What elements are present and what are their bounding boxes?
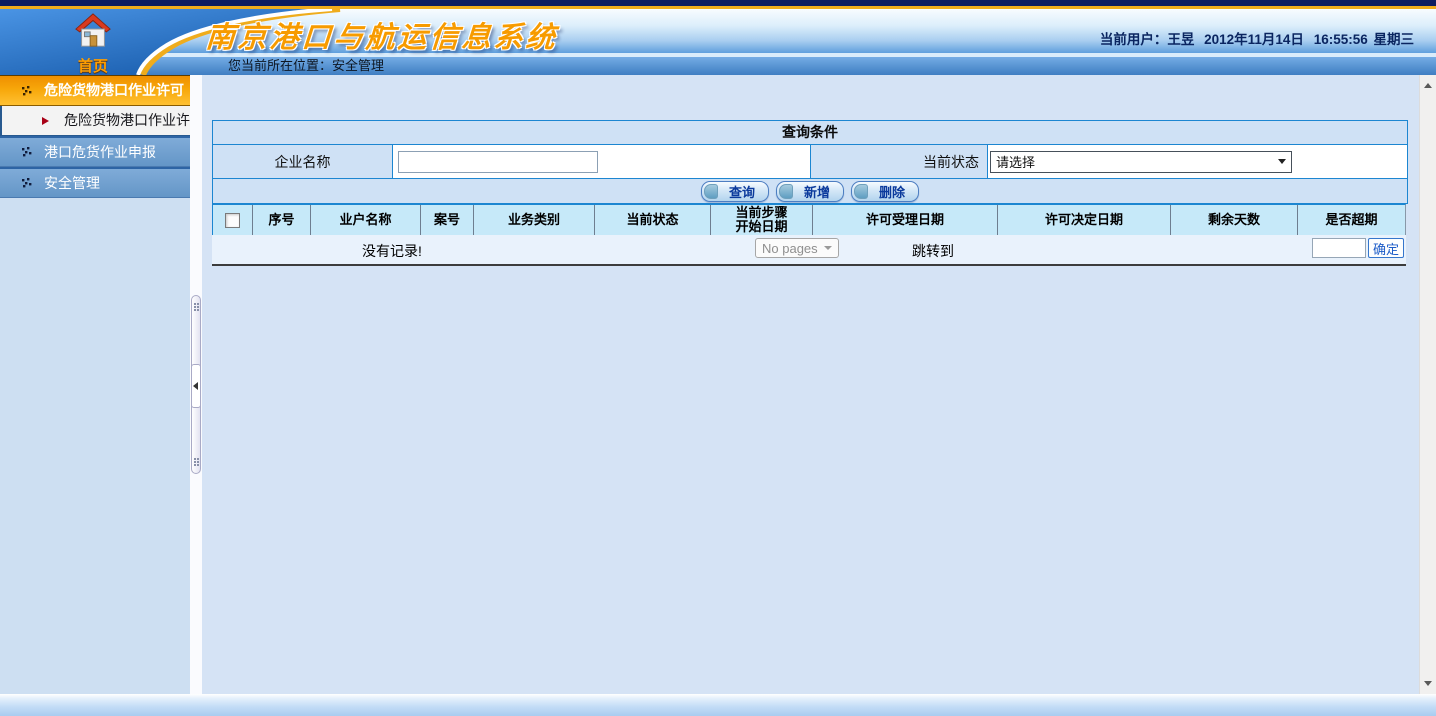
status-select-value: 请选择 [996, 152, 1035, 171]
sidebar-item-label: 危险货物港口作业许可 [44, 82, 184, 98]
col-header-decision-date: 许可决定日期 [998, 205, 1171, 235]
company-name-label: 企业名称 [213, 145, 393, 178]
search-button[interactable]: 查询 [701, 181, 769, 202]
sidebar-item-port-cargo-declaration[interactable]: 港口危货作业申报 [0, 136, 190, 167]
company-name-input[interactable] [398, 151, 598, 173]
col-header-case-no: 案号 [421, 205, 474, 235]
sidebar-item-safety-management[interactable]: 安全管理 [0, 167, 190, 198]
submenu-arrow-icon [42, 117, 49, 125]
scroll-up-button[interactable] [1420, 77, 1436, 94]
delete-button[interactable]: 删除 [851, 181, 919, 202]
col-header-index: 序号 [253, 205, 311, 235]
status-label: 当前状态 [811, 145, 988, 178]
app-title: 南京港口与航运信息系统 [205, 14, 560, 56]
dropdown-arrow-icon [1278, 159, 1286, 164]
query-form-title: 查询条件 [213, 121, 1407, 145]
sidebar-item-dangerous-goods-permit[interactable]: 危险货物港口作业许可 [0, 75, 190, 106]
table-header-row: 序号 业户名称 案号 业务类别 当前状态 当前步骤开始日期 许可受理日期 许可决… [212, 204, 1406, 235]
empty-records-text: 没有记录! [362, 241, 422, 261]
scroll-down-button[interactable] [1420, 675, 1436, 692]
splitter-grip-icon [194, 303, 196, 305]
select-all-cell [213, 205, 253, 235]
splitter-collapse-button[interactable] [191, 364, 201, 408]
jump-to-label: 跳转到 [912, 241, 954, 261]
delete-button-label: 删除 [879, 182, 905, 201]
status-cell: 请选择 [988, 145, 1407, 178]
button-tab-decoration [704, 184, 718, 199]
panel-splitter [190, 75, 202, 694]
footer-band [0, 694, 1436, 716]
user-name: 王昱 [1167, 32, 1194, 47]
results-table: 序号 业户名称 案号 业务类别 当前状态 当前步骤开始日期 许可受理日期 许可决… [212, 204, 1406, 266]
query-form: 查询条件 企业名称 当前状态 请选择 查询 新增 删除 [212, 120, 1408, 204]
col-header-step-start-date: 当前步骤开始日期 [711, 205, 813, 235]
button-tab-decoration [779, 184, 793, 199]
sidebar-item-label: 安全管理 [44, 175, 100, 191]
app-window: 您当前所在位置：安全管理 首页 南京港口与航运信息系统 当前用户：王昱 2012… [0, 0, 1436, 716]
company-name-cell [393, 145, 811, 178]
pagination-row: 没有记录! No pages 跳转到 确定 [212, 235, 1406, 266]
sidebar-subitem-dangerous-goods-permit[interactable]: 危险货物港口作业许可 [0, 106, 190, 136]
scroll-up-icon [1424, 83, 1432, 88]
home-button[interactable]: 首页 [64, 11, 122, 76]
current-date: 2012年11月14日 [1204, 32, 1304, 47]
user-prefix: 当前用户： [1100, 32, 1168, 47]
main-content: 查询条件 企业名称 当前状态 请选择 查询 新增 删除 [202, 75, 1419, 694]
page-select[interactable]: No pages [755, 238, 839, 258]
search-button-label: 查询 [729, 182, 755, 201]
page-select-value: No pages [762, 241, 818, 256]
confirm-button[interactable]: 确定 [1368, 238, 1404, 258]
menu-bullet-icon [22, 147, 32, 157]
col-header-days-remaining: 剩余天数 [1171, 205, 1298, 235]
scroll-down-icon [1424, 681, 1432, 686]
home-icon [73, 11, 113, 49]
button-tab-decoration [854, 184, 868, 199]
status-select[interactable]: 请选择 [990, 151, 1292, 173]
menu-bullet-icon [22, 86, 32, 96]
add-button-label: 新增 [804, 182, 830, 201]
add-button[interactable]: 新增 [776, 181, 844, 202]
pager-dropdown-arrow-icon [824, 246, 832, 250]
col-header-owner-name: 业户名称 [311, 205, 421, 235]
query-form-fields: 企业名称 当前状态 请选择 [213, 145, 1407, 179]
col-header-business-type: 业务类别 [474, 205, 595, 235]
home-label: 首页 [64, 55, 122, 76]
vertical-scrollbar[interactable] [1419, 75, 1436, 694]
sidebar-item-label: 港口危货作业申报 [44, 144, 156, 160]
current-time: 16:55:56 [1314, 32, 1368, 47]
col-header-accept-date: 许可受理日期 [813, 205, 998, 235]
col-header-current-status: 当前状态 [595, 205, 711, 235]
jump-page-input[interactable] [1312, 238, 1366, 258]
splitter-grip-icon [194, 458, 196, 460]
user-info: 当前用户：王昱 2012年11月14日 16:55:56 星期三 [1100, 28, 1414, 48]
current-weekday: 星期三 [1374, 32, 1415, 47]
menu-bullet-icon [22, 178, 32, 188]
sidebar: 危险货物港口作业许可 危险货物港口作业许可 港口危货作业申报 安全管理 [0, 75, 190, 694]
splitter-handle[interactable] [191, 295, 201, 474]
col-header-overdue: 是否超期 [1298, 205, 1405, 235]
select-all-checkbox[interactable] [225, 213, 240, 228]
query-form-buttons: 查询 新增 删除 [213, 179, 1407, 203]
splitter-collapse-icon [193, 382, 198, 390]
